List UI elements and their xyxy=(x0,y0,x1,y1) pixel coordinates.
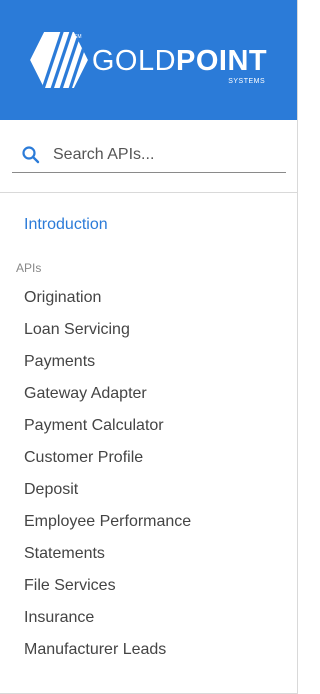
brand-name-light: GOLD xyxy=(91,44,177,77)
brand-wordmark: GOLDPOINT SYSTEMS xyxy=(91,44,268,85)
nav-item-loan-servicing[interactable]: Loan Servicing xyxy=(0,314,297,346)
nav-item-payment-calculator[interactable]: Payment Calculator xyxy=(0,410,297,442)
goldpoint-logo[interactable]: SM GOLDPOINT SYSTEMS xyxy=(29,30,268,90)
brand-name-bold: POINT xyxy=(176,44,268,77)
logo-mark-icon: SM xyxy=(29,30,88,90)
nav-item-payments[interactable]: Payments xyxy=(0,346,297,378)
nav-item-deposit[interactable]: Deposit xyxy=(0,474,297,506)
brand-subtitle: SYSTEMS xyxy=(228,77,266,85)
nav-item-insurance[interactable]: Insurance xyxy=(0,602,297,634)
header: SM GOLDPOINT SYSTEMS xyxy=(0,0,297,120)
nav-item-customer-profile[interactable]: Customer Profile xyxy=(0,442,297,474)
nav-item-origination[interactable]: Origination xyxy=(0,282,297,314)
nav-item-employee-performance[interactable]: Employee Performance xyxy=(0,506,297,538)
search-area xyxy=(0,120,297,193)
api-nav-list: Origination Loan Servicing Payments Gate… xyxy=(0,282,297,666)
search-input[interactable] xyxy=(53,145,253,164)
nav-item-statements[interactable]: Statements xyxy=(0,538,297,570)
sidebar: SM GOLDPOINT SYSTEMS Introduction APIs O… xyxy=(0,0,298,694)
service-mark: SM xyxy=(73,34,82,40)
nav-item-file-services[interactable]: File Services xyxy=(0,570,297,602)
nav-introduction-link[interactable]: Introduction xyxy=(0,215,297,235)
nav-item-gateway-adapter[interactable]: Gateway Adapter xyxy=(0,378,297,410)
search-box[interactable] xyxy=(12,137,286,173)
nav-item-manufacturer-leads[interactable]: Manufacturer Leads xyxy=(0,634,297,666)
search-icon[interactable] xyxy=(21,145,41,165)
section-label-apis: APIs xyxy=(16,261,42,275)
